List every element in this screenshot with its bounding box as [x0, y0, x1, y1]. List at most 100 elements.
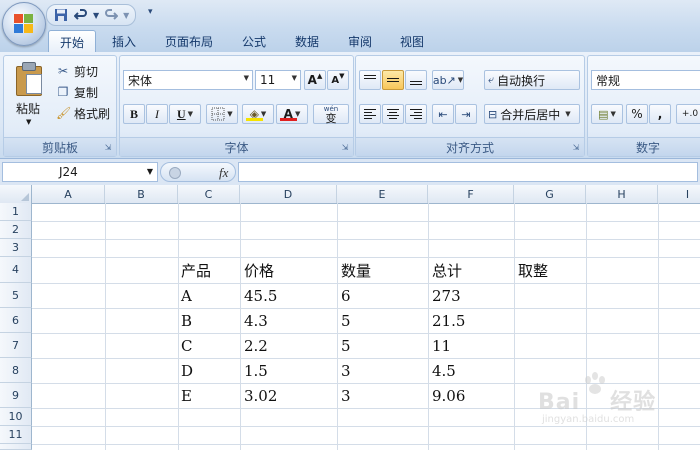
- cell-f9[interactable]: 9.06: [432, 386, 465, 406]
- column-header-c[interactable]: C: [178, 185, 240, 203]
- row-header-6[interactable]: 6: [0, 308, 32, 333]
- cell-d7[interactable]: 2.2: [244, 336, 268, 356]
- cell-d5[interactable]: 45.5: [244, 286, 277, 306]
- cell-e6[interactable]: 5: [341, 311, 351, 331]
- cell-f4[interactable]: 总计: [432, 261, 462, 281]
- cell-c6[interactable]: B: [181, 311, 192, 331]
- merge-center-button[interactable]: ⊟ 合并后居中 ▼: [484, 104, 580, 124]
- wrap-text-button[interactable]: ⤶ 自动换行: [484, 70, 580, 90]
- increase-indent-button[interactable]: ⇥: [455, 104, 477, 124]
- row-header-10[interactable]: 10: [0, 408, 32, 426]
- orientation-button[interactable]: ab↗ ▼: [432, 70, 464, 90]
- accounting-format-button[interactable]: ▤ ▼: [591, 104, 623, 124]
- cell-c4[interactable]: 产品: [181, 261, 211, 281]
- underline-button[interactable]: U ▼: [169, 104, 201, 124]
- name-box[interactable]: J24 ▼: [2, 162, 158, 182]
- font-color-button[interactable]: A ▼: [276, 104, 308, 124]
- cell-c8[interactable]: D: [181, 361, 193, 381]
- cell-d4[interactable]: 价格: [244, 261, 274, 281]
- save-icon[interactable]: [53, 7, 69, 23]
- undo-icon[interactable]: [73, 7, 89, 23]
- column-header-d[interactable]: D: [240, 185, 337, 203]
- font-size-combo[interactable]: 11 ▼: [255, 70, 301, 90]
- cell-e5[interactable]: 6: [341, 286, 351, 306]
- tab-formulas[interactable]: 公式: [232, 30, 276, 52]
- paste-dropdown-icon[interactable]: ▼: [26, 118, 31, 126]
- column-header-b[interactable]: B: [105, 185, 178, 203]
- paste-icon[interactable]: [14, 62, 44, 96]
- clipboard-launcher-icon[interactable]: ⇲: [103, 143, 113, 153]
- column-header-a[interactable]: A: [32, 185, 105, 203]
- row-header-9[interactable]: 9: [0, 383, 32, 408]
- column-header-i[interactable]: I: [658, 185, 700, 203]
- align-top-button[interactable]: [359, 70, 381, 90]
- paste-button[interactable]: 粘贴: [16, 100, 40, 117]
- row-header-1[interactable]: 1: [0, 203, 32, 221]
- redo-dropdown-icon[interactable]: ▼: [123, 11, 129, 20]
- format-painter-button[interactable]: 🖌 格式刷: [56, 104, 110, 122]
- tab-review[interactable]: 审阅: [338, 30, 382, 52]
- tab-home[interactable]: 开始: [48, 30, 96, 53]
- formula-bar-handle-icon[interactable]: [169, 167, 181, 179]
- grow-font-button[interactable]: A ▲: [304, 70, 326, 90]
- column-header-e[interactable]: E: [337, 185, 428, 203]
- bold-button[interactable]: B: [123, 104, 145, 124]
- copy-button[interactable]: ❐ 复制: [56, 83, 98, 101]
- row-header-4[interactable]: 4: [0, 257, 32, 283]
- tab-page-layout[interactable]: 页面布局: [156, 30, 222, 52]
- insert-function-button[interactable]: fx: [219, 165, 228, 181]
- row-header-12[interactable]: [0, 444, 32, 450]
- fill-color-button[interactable]: ◈ ▼: [242, 104, 274, 124]
- cell-d6[interactable]: 4.3: [244, 311, 268, 331]
- font-launcher-icon[interactable]: ⇲: [340, 143, 350, 153]
- shrink-font-button[interactable]: A ▼: [327, 70, 349, 90]
- cell-e9[interactable]: 3: [341, 386, 351, 406]
- align-right-button[interactable]: [405, 104, 427, 124]
- chevron-down-icon[interactable]: ▼: [147, 167, 153, 176]
- align-bottom-button[interactable]: [405, 70, 427, 90]
- alignment-launcher-icon[interactable]: ⇲: [571, 143, 581, 153]
- cell-e7[interactable]: 5: [341, 336, 351, 356]
- cell-f8[interactable]: 4.5: [432, 361, 456, 381]
- tab-data[interactable]: 数据: [285, 30, 329, 52]
- row-header-11[interactable]: 11: [0, 426, 32, 444]
- increase-decimal-button[interactable]: +.0: [676, 104, 700, 124]
- cell-f6[interactable]: 21.5: [432, 311, 465, 331]
- percent-button[interactable]: %: [626, 104, 648, 124]
- cell-c9[interactable]: E: [181, 386, 192, 406]
- align-middle-button[interactable]: [382, 70, 404, 90]
- select-all-button[interactable]: [0, 185, 32, 203]
- align-center-button[interactable]: [382, 104, 404, 124]
- cell-c7[interactable]: C: [181, 336, 192, 356]
- cell-c5[interactable]: A: [181, 286, 192, 306]
- font-name-combo[interactable]: 宋体 ▼: [123, 70, 253, 90]
- row-header-5[interactable]: 5: [0, 283, 32, 308]
- tab-view[interactable]: 视图: [390, 30, 434, 52]
- cell-d8[interactable]: 1.5: [244, 361, 268, 381]
- comma-style-button[interactable]: ,: [649, 104, 671, 124]
- cut-button[interactable]: ✂ 剪切: [56, 62, 98, 80]
- column-header-f[interactable]: F: [428, 185, 514, 203]
- row-header-7[interactable]: 7: [0, 333, 32, 358]
- tab-insert[interactable]: 插入: [102, 30, 146, 52]
- number-format-combo[interactable]: 常规: [591, 70, 700, 90]
- redo-icon[interactable]: [103, 7, 119, 23]
- cell-d9[interactable]: 3.02: [244, 386, 277, 406]
- cell-f7[interactable]: 11: [432, 336, 451, 356]
- borders-button[interactable]: ▼: [206, 104, 238, 124]
- formula-input[interactable]: [238, 162, 698, 182]
- column-header-g[interactable]: G: [514, 185, 586, 203]
- align-left-button[interactable]: [359, 104, 381, 124]
- row-header-3[interactable]: 3: [0, 239, 32, 257]
- cell-e8[interactable]: 3: [341, 361, 351, 381]
- cell-e4[interactable]: 数量: [341, 261, 371, 281]
- decrease-indent-button[interactable]: ⇤: [432, 104, 454, 124]
- customize-qat-icon[interactable]: ▾: [148, 7, 153, 17]
- undo-dropdown-icon[interactable]: ▼: [93, 11, 99, 20]
- row-header-2[interactable]: 2: [0, 221, 32, 239]
- row-header-8[interactable]: 8: [0, 358, 32, 383]
- column-header-h[interactable]: H: [586, 185, 658, 203]
- cell-g4[interactable]: 取整: [518, 261, 548, 281]
- italic-button[interactable]: I: [146, 104, 168, 124]
- office-button[interactable]: [2, 2, 46, 46]
